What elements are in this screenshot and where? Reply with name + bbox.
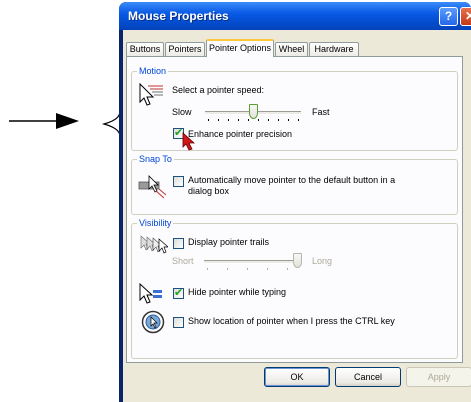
dialog-client-area: Buttons Pointers Pointer Options Wheel H… [123,30,471,402]
visibility-group: Visibility Display pointer trails Short [131,218,458,359]
mouse-properties-window: Mouse Properties ? ✕ Buttons Pointers Po… [119,2,471,402]
show-location-label: Show location of pointer when I press th… [188,316,395,326]
tab-pointer-options[interactable]: Pointer Options [206,39,274,57]
cursor-arrow-icon [182,132,196,151]
snap-to-checkbox[interactable] [173,176,184,187]
apply-button[interactable]: Apply [406,367,471,387]
snap-to-label-line1: Automatically move pointer to the defaul… [188,175,396,185]
pointer-trails-label: Display pointer trails [188,237,270,247]
cancel-button[interactable]: Cancel [335,367,401,387]
motion-group: Motion Select a pointer speed: Slow Fast… [131,66,458,151]
pointer-speed-icon [139,82,163,106]
trail-slider-track[interactable] [204,260,302,264]
hide-pointer-icon [139,282,162,304]
ok-button[interactable]: OK [264,367,330,387]
pointer-trails-icon [140,235,168,254]
tab-buttons[interactable]: Buttons [126,42,164,56]
window-title: Mouse Properties [128,9,229,23]
pointer-trails-checkbox[interactable] [173,238,184,249]
arrow-pointer-icon [9,113,79,129]
motion-legend: Motion [137,66,169,76]
trail-slider-thumb[interactable] [293,253,302,268]
speed-slider-thumb[interactable] [248,104,258,119]
hide-pointer-label: Hide pointer while typing [188,287,287,297]
hide-pointer-checkbox[interactable]: ✔ [173,286,184,299]
visibility-legend: Visibility [137,218,174,228]
help-button[interactable]: ? [439,7,458,26]
snap-to-label-line2: dialog box [188,186,230,196]
tab-pointers[interactable]: Pointers [165,42,205,56]
show-location-icon [141,310,165,334]
snap-to-legend: Snap To [137,154,174,164]
fast-label: Fast [312,107,330,117]
long-label: Long [312,256,333,266]
show-location-checkbox[interactable] [173,317,184,328]
enhance-precision-label: Enhance pointer precision [188,129,293,139]
close-button[interactable]: ✕ [460,7,471,26]
snap-to-icon [138,175,167,199]
tab-wheel[interactable]: Wheel [275,42,308,56]
speed-label: Select a pointer speed: [172,85,265,95]
pointer-options-panel: Motion Select a pointer speed: Slow Fast… [126,56,463,363]
short-label: Short [172,256,194,266]
tab-hardware[interactable]: Hardware [309,42,359,56]
title-bar[interactable]: Mouse Properties ? ✕ [119,2,471,30]
slow-label: Slow [172,107,192,117]
snap-to-group: Snap To Automatically move pointer to th… [131,154,458,215]
checkmark-icon: ✔ [174,286,184,299]
